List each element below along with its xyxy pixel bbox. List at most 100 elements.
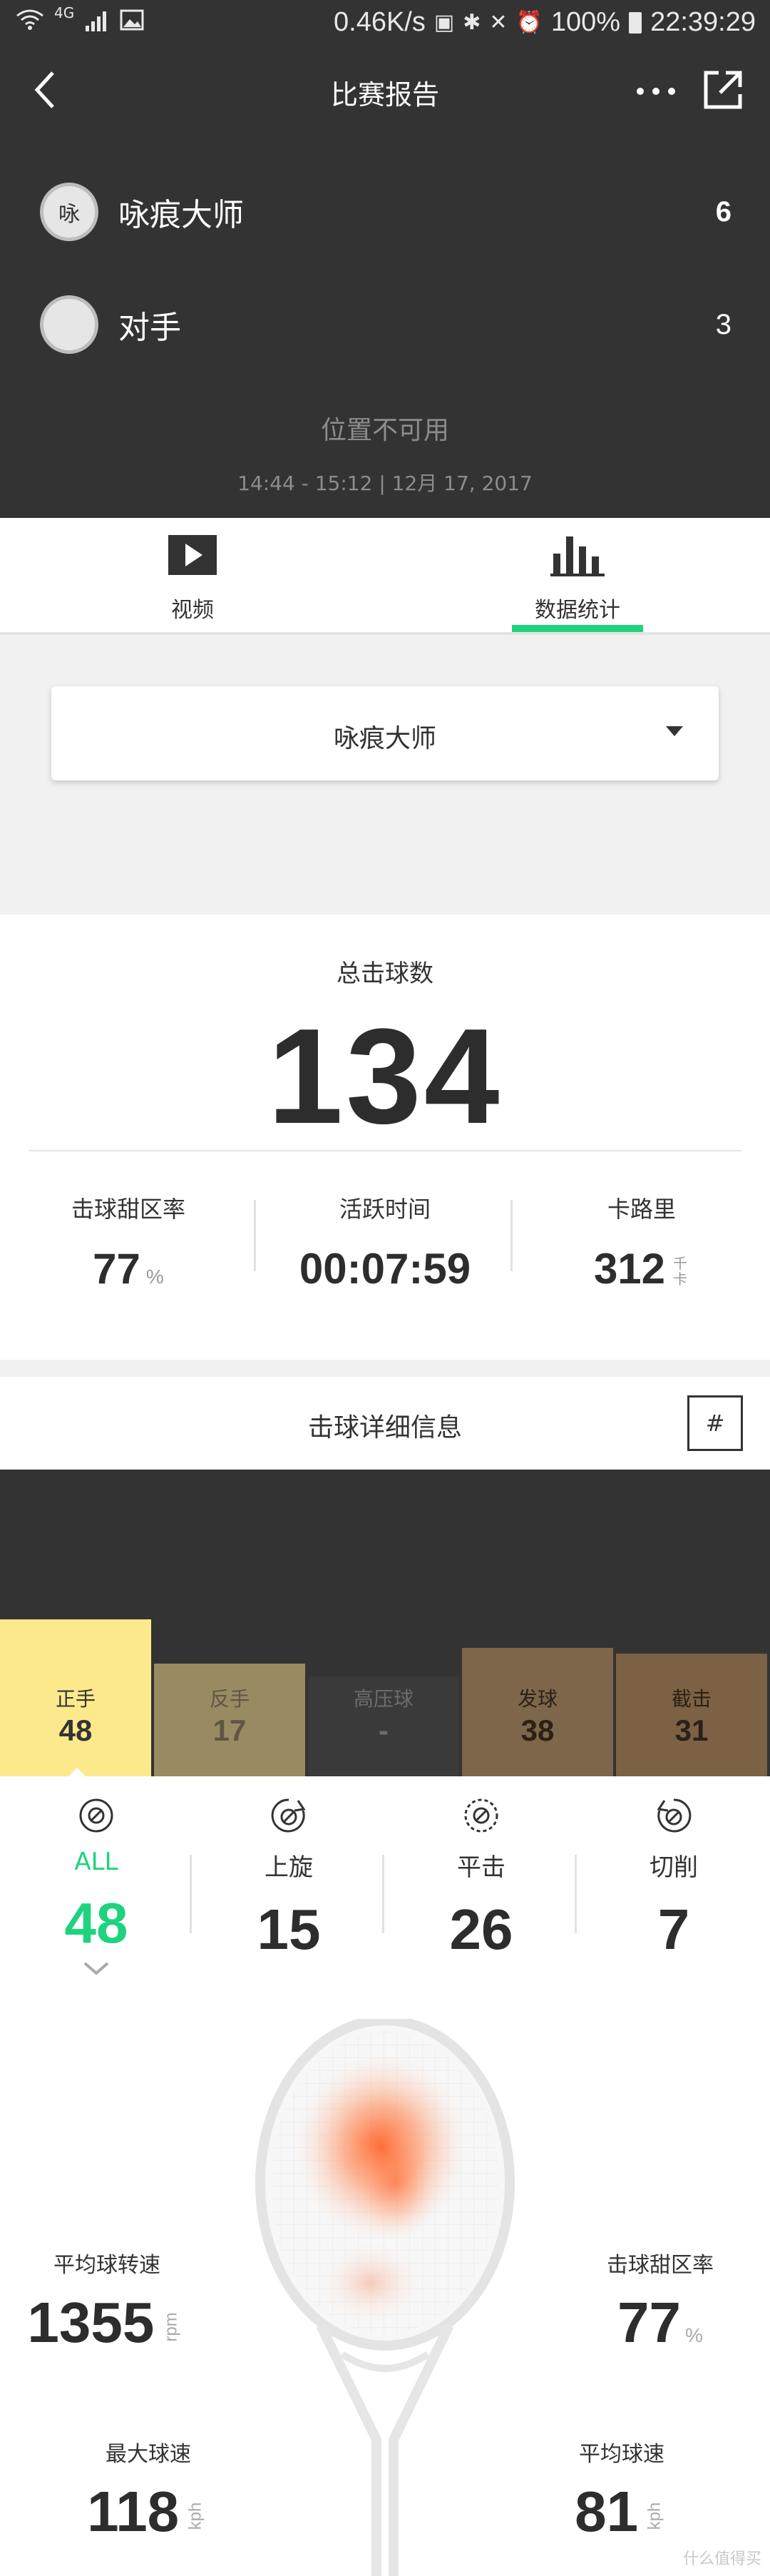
stat-value: 312 (593, 1245, 666, 1293)
chart-bar[interactable]: 高压球 - (308, 1676, 459, 1776)
metric-unit: kph (185, 2502, 205, 2530)
location-text: 位置不可用 (320, 416, 449, 445)
player-row-1: 咏 咏痕大师 6 (40, 180, 732, 244)
spin-value: 7 (657, 1898, 690, 1961)
active-tab-indicator (512, 625, 643, 632)
player-selector-area: 咏痕大师 (0, 635, 770, 915)
avatar (40, 295, 98, 354)
chevron-down-icon[interactable] (82, 1960, 111, 1977)
mute-icon: ✕ (489, 11, 508, 34)
bar-value-label: 48 (58, 1714, 93, 1747)
racket-heatmap (255, 2019, 515, 2576)
player-row-2: 对手 3 (40, 292, 732, 357)
metric-label: 击球甜区率 (607, 2253, 714, 2278)
chevron-down-icon (666, 726, 683, 736)
tab-statistics[interactable]: 数据统计 (385, 518, 770, 632)
avatar: 咏 (40, 183, 98, 241)
spin-all[interactable]: ALL 48 (0, 1776, 192, 1980)
metric-value: 118 (87, 2480, 180, 2543)
spin-topspin[interactable]: 上旋 15 (192, 1776, 385, 1962)
match-header: 比赛报告 咏 咏痕大师 6 对手 3 位置不可用 14:44 - 15:12 |… (0, 47, 770, 518)
tab-bar: 视频 数据统计 (0, 518, 770, 635)
signal-icon (86, 11, 107, 31)
stat-label: 活跃时间 (339, 1196, 431, 1223)
bar-category-label: 正手 (55, 1687, 96, 1711)
avg-speed-metric: 平均球速 81 kph (493, 2436, 750, 2545)
status-bar: 4G 0.46K/s ▣ ✱ ✕ ⏰ 100% 22:39:29 (0, 0, 770, 47)
bar-value-label: 17 (212, 1714, 247, 1747)
metric-unit: kph (645, 2502, 664, 2530)
stat-value: 00:07:59 (299, 1245, 471, 1293)
bar-value-label: - (379, 1714, 389, 1747)
share-icon[interactable] (702, 68, 744, 111)
chart-bar[interactable]: 反手 17 (154, 1664, 305, 1776)
stat-unit: 千卡 (673, 1256, 688, 1288)
bar-category-label: 反手 (209, 1687, 250, 1711)
spin-value: 26 (449, 1898, 513, 1961)
bar-category-label: 截击 (671, 1687, 712, 1711)
player-score: 6 (715, 195, 732, 228)
calories-stat: 卡路里 312 千卡 (513, 1191, 770, 1293)
stat-value: 77 (93, 1245, 140, 1293)
chart-bar[interactable]: 正手 48 (0, 1619, 151, 1776)
section-title: 击球详细信息 (307, 1413, 462, 1442)
player-score: 3 (715, 308, 732, 340)
spin-label: ALL (74, 1848, 118, 1876)
total-shots-value: 134 (267, 1001, 503, 1152)
stat-label: 卡路里 (607, 1196, 676, 1223)
bar-category-label: 高压球 (353, 1687, 414, 1711)
battery-level: 100% (550, 7, 621, 37)
clock: 22:39:29 (650, 7, 756, 37)
bar-chart-icon (550, 536, 605, 576)
more-icon[interactable] (635, 84, 677, 98)
divider (190, 1855, 192, 1933)
chart-bar[interactable]: 发球 38 (462, 1648, 613, 1776)
chart-bar[interactable]: 截击 31 (616, 1653, 767, 1776)
section-gap (0, 1360, 770, 1377)
shot-details-header: 击球详细信息 # (0, 1377, 770, 1470)
tab-label: 视频 (171, 598, 214, 623)
metric-unit: rpm (161, 2312, 181, 2342)
spin-breakdown: ALL 48 上旋 15 平击 26 切削 7 (0, 1776, 770, 2019)
slice-icon (657, 1798, 692, 1833)
alarm-icon: ⏰ (515, 11, 543, 34)
tab-video[interactable]: 视频 (0, 518, 385, 632)
avg-spin-metric: 平均球转速 1355 rpm (0, 2247, 235, 2356)
bar-category-label: 发球 (517, 1687, 558, 1711)
divider (29, 1150, 741, 1151)
spin-value: 48 (64, 1891, 128, 1955)
divider (510, 1200, 513, 1271)
nfc-icon: ▣ (433, 11, 455, 34)
active-time-stat: 活跃时间 00:07:59 (257, 1191, 513, 1293)
metric-label: 最大球速 (106, 2442, 191, 2467)
metric-unit: % (685, 2324, 703, 2346)
stat-label: 击球甜区率 (71, 1196, 185, 1223)
network-speed: 0.46K/s (334, 7, 426, 37)
racket-heatmap-area: 平均球转速 1355 rpm 击球甜区率 77% 最大球速 118 kph 平均球速… (0, 1990, 770, 2576)
spin-slice[interactable]: 切削 7 (578, 1776, 770, 1962)
sweet-spot-metric: 击球甜区率 77% (532, 2247, 770, 2356)
summary-card: 总击球数 134 击球甜区率 77% 活跃时间 00:07:59 卡路里 312… (0, 915, 770, 1360)
metric-label: 平均球转速 (53, 2253, 160, 2278)
player-name: 咏痕大师 (118, 197, 244, 233)
divider (382, 1855, 384, 1933)
number-toggle-button[interactable]: # (687, 1395, 743, 1451)
divider (575, 1855, 577, 1933)
sweet-spot-stat: 击球甜区率 77% (0, 1191, 257, 1293)
all-spin-icon (79, 1798, 113, 1833)
play-icon (168, 535, 217, 575)
metric-value: 1355 (27, 2291, 155, 2354)
spin-label: 切削 (650, 1853, 698, 1882)
metric-value: 81 (575, 2480, 639, 2543)
player-dropdown[interactable]: 咏痕大师 (51, 686, 719, 780)
bar-value-label: 31 (674, 1714, 709, 1747)
spin-flat[interactable]: 平击 26 (385, 1776, 578, 1962)
watermark: 什么值得买 (682, 2550, 761, 2568)
spin-label: 上旋 (265, 1853, 313, 1882)
battery-icon (629, 11, 642, 34)
topspin-icon (271, 1798, 306, 1833)
max-speed-metric: 最大球速 118 kph (20, 2436, 277, 2545)
spin-label: 平击 (457, 1853, 505, 1882)
divider (254, 1200, 256, 1271)
total-shots-label: 总击球数 (337, 959, 433, 988)
